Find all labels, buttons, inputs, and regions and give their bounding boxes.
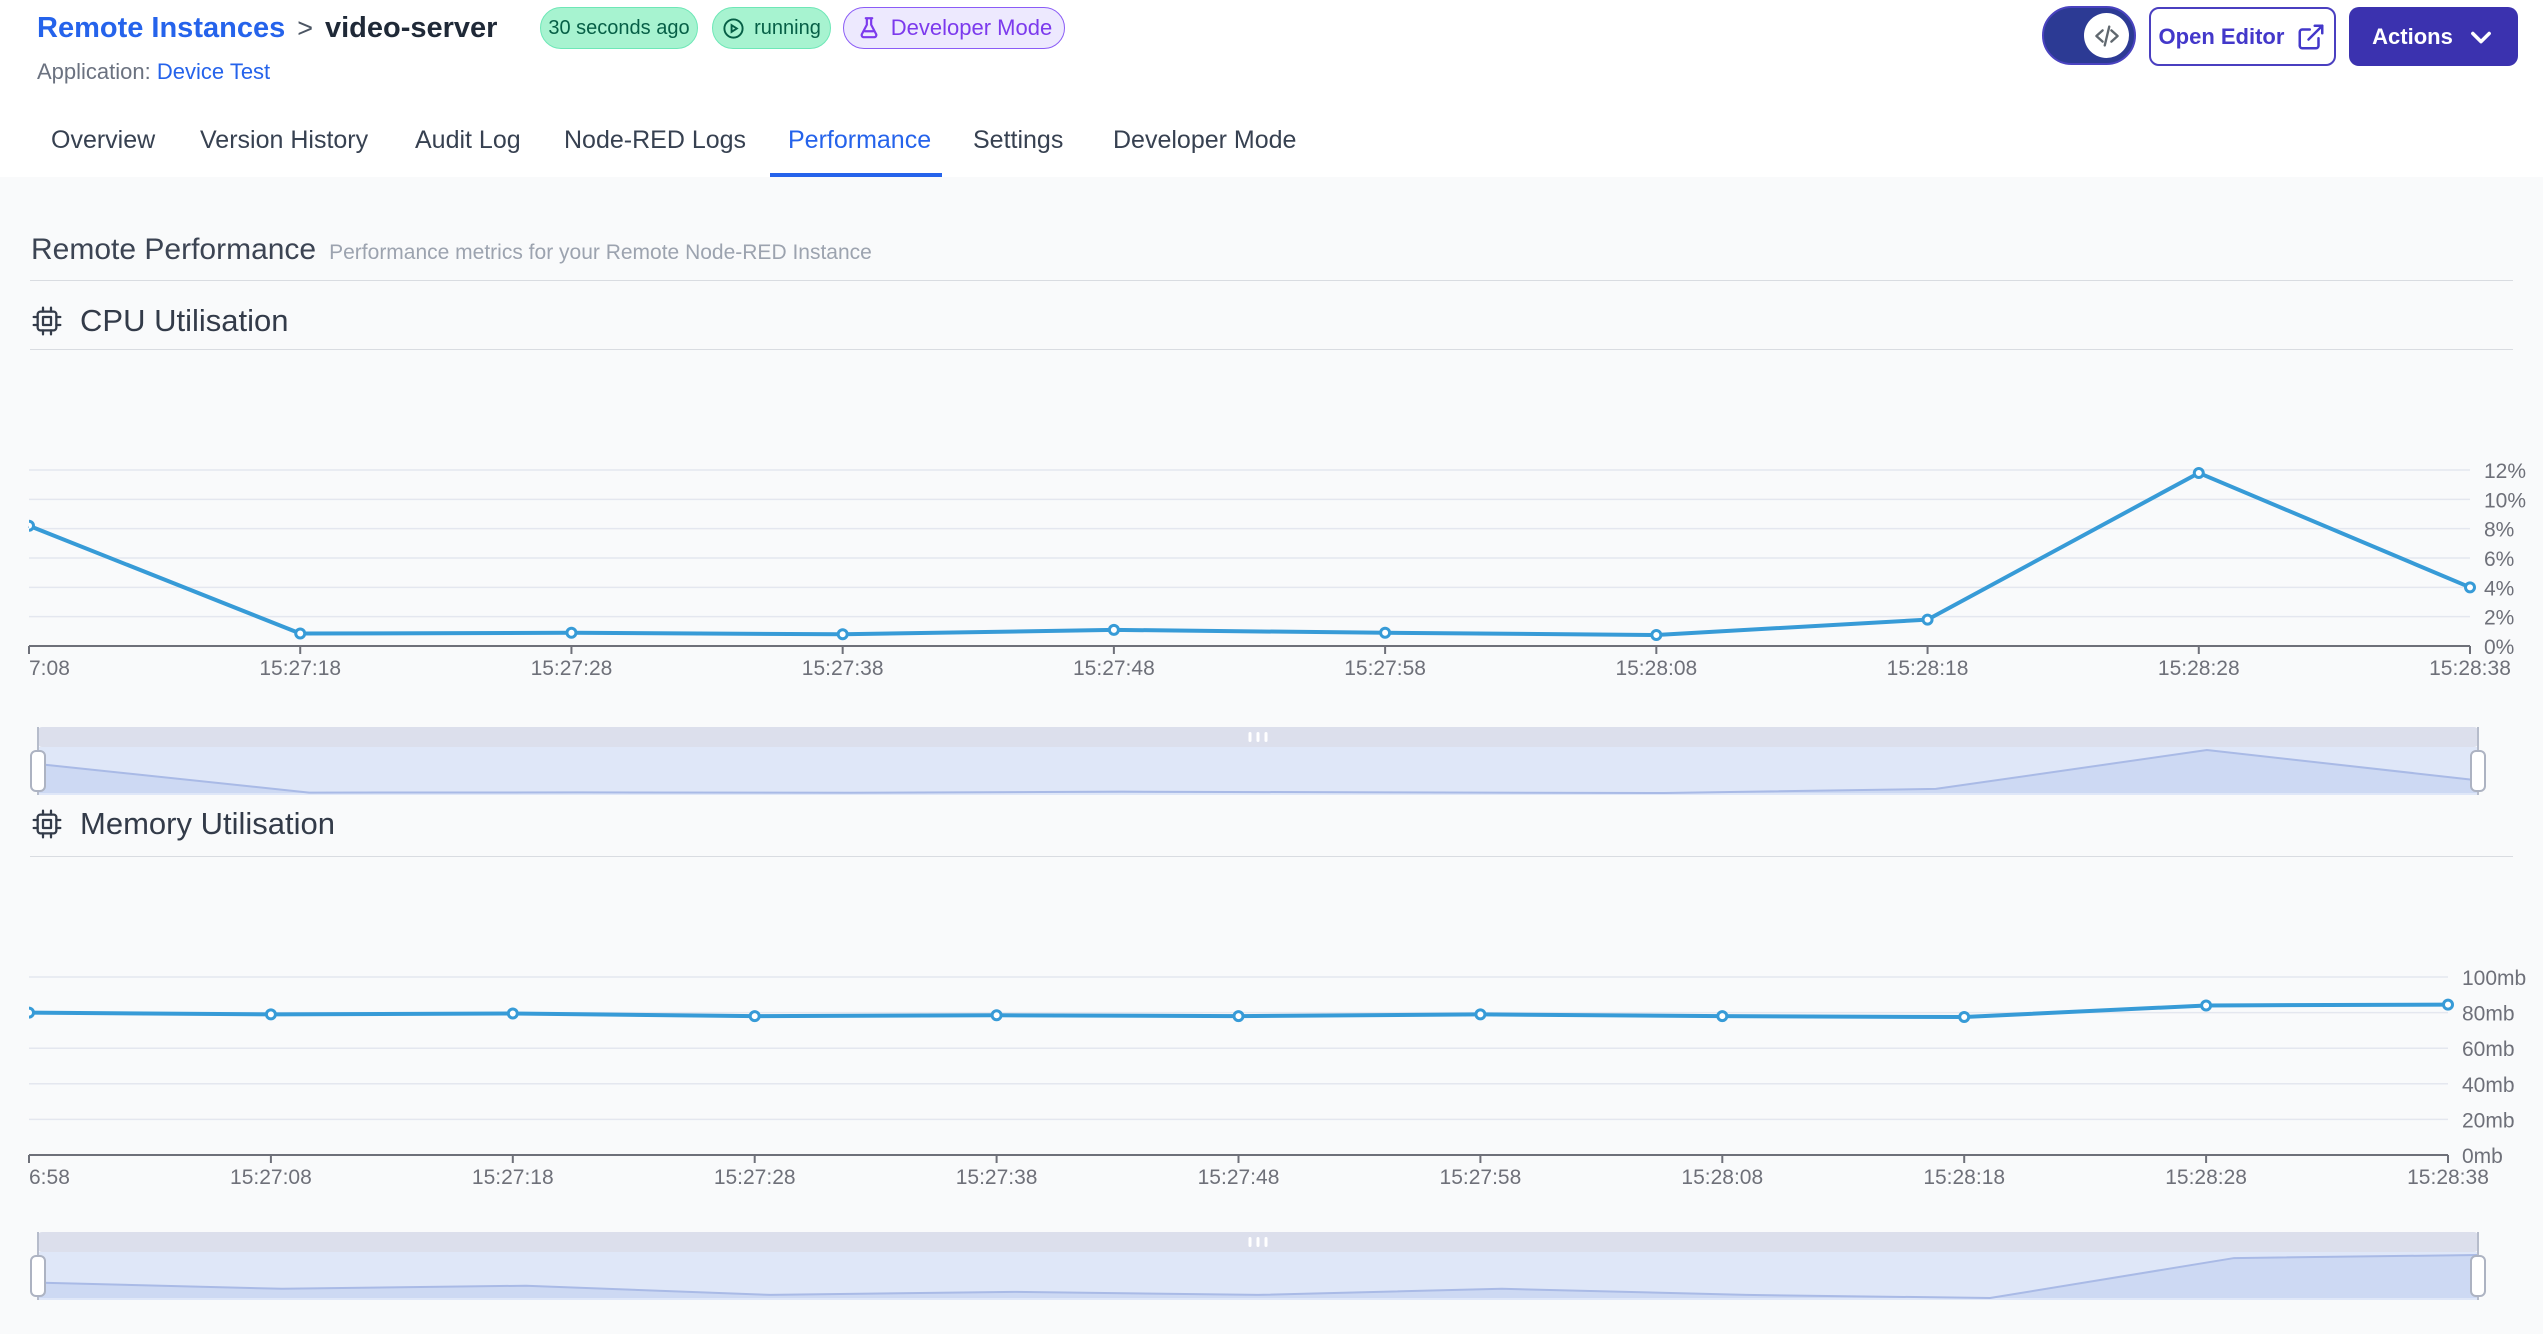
svg-text:15:28:28: 15:28:28 — [2158, 657, 2240, 680]
svg-text:15:27:48: 15:27:48 — [1198, 1166, 1280, 1189]
svg-text:100mb: 100mb — [2462, 967, 2526, 990]
svg-text:12%: 12% — [2484, 460, 2526, 483]
svg-text:15:28:38: 15:28:38 — [2429, 657, 2511, 680]
svg-text:15:27:28: 15:27:28 — [714, 1166, 796, 1189]
svg-text:15:28:08: 15:28:08 — [1615, 657, 1697, 680]
svg-text:6%: 6% — [2484, 548, 2514, 571]
svg-text:4%: 4% — [2484, 577, 2514, 600]
svg-text:15:27:28: 15:27:28 — [531, 657, 613, 680]
svg-text:15:27:48: 15:27:48 — [1073, 657, 1155, 680]
svg-text:0mb: 0mb — [2462, 1145, 2503, 1168]
svg-text:60mb: 60mb — [2462, 1038, 2515, 1061]
svg-text:7:08: 7:08 — [29, 657, 70, 680]
svg-text:6:58: 6:58 — [29, 1166, 70, 1189]
svg-text:15:27:38: 15:27:38 — [956, 1166, 1038, 1189]
svg-text:2%: 2% — [2484, 607, 2514, 630]
svg-text:15:27:18: 15:27:18 — [259, 657, 341, 680]
svg-text:80mb: 80mb — [2462, 1003, 2515, 1026]
svg-text:15:28:28: 15:28:28 — [2165, 1166, 2247, 1189]
svg-text:15:27:38: 15:27:38 — [802, 657, 884, 680]
svg-text:15:28:38: 15:28:38 — [2407, 1166, 2489, 1189]
svg-text:15:28:08: 15:28:08 — [1681, 1166, 1763, 1189]
svg-text:15:28:18: 15:28:18 — [1887, 657, 1969, 680]
svg-text:15:28:18: 15:28:18 — [1923, 1166, 2005, 1189]
svg-text:20mb: 20mb — [2462, 1109, 2515, 1132]
svg-text:0%: 0% — [2484, 636, 2514, 659]
svg-text:15:27:08: 15:27:08 — [230, 1166, 312, 1189]
svg-text:15:27:58: 15:27:58 — [1344, 657, 1426, 680]
svg-text:15:27:58: 15:27:58 — [1440, 1166, 1522, 1189]
svg-text:8%: 8% — [2484, 519, 2514, 542]
svg-text:15:27:18: 15:27:18 — [472, 1166, 554, 1189]
svg-text:40mb: 40mb — [2462, 1074, 2515, 1097]
svg-text:10%: 10% — [2484, 489, 2526, 512]
